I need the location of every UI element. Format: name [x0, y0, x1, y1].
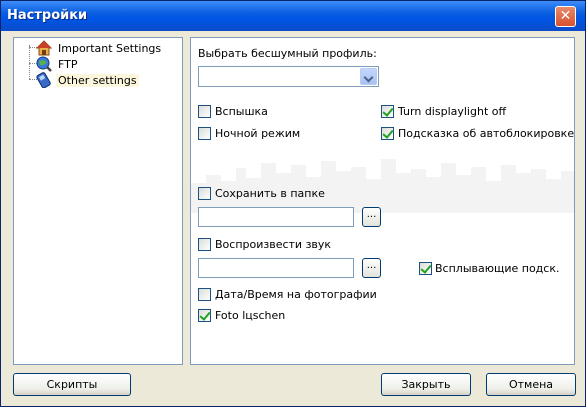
- sound-path-input[interactable]: [198, 258, 354, 278]
- settings-window: Настройки ✕ Important Settings FTP Other…: [0, 0, 586, 407]
- cancel-button[interactable]: Отмена: [486, 373, 576, 396]
- close-button[interactable]: Закрыть: [381, 373, 471, 396]
- tree-item-important-settings[interactable]: Important Settings: [35, 40, 163, 56]
- turn-displaylight-off-label: Turn displaylight off: [398, 105, 507, 118]
- tree-item-label: Other settings: [56, 73, 139, 87]
- popup-hints-checkbox[interactable]: [419, 262, 432, 275]
- close-window-button[interactable]: ✕: [555, 6, 576, 27]
- silent-profile-label: Выбрать бесшумный профиль:: [198, 47, 377, 60]
- globe-search-icon: [36, 56, 52, 72]
- autolock-hint-label: Подсказка об автоблокировке: [398, 127, 575, 140]
- night-mode-label: Ночной режим: [215, 127, 301, 140]
- scripts-button[interactable]: Скрипты: [13, 373, 131, 396]
- phone-icon: [36, 72, 52, 89]
- save-in-folder-checkbox[interactable]: [198, 187, 211, 200]
- datetime-on-photo-checkbox[interactable]: [198, 288, 211, 301]
- tree-connector-line: [29, 45, 30, 79]
- silent-profile-select[interactable]: [198, 66, 379, 87]
- title-bar[interactable]: Настройки ✕: [1, 1, 585, 31]
- night-mode-checkbox[interactable]: [198, 127, 211, 140]
- tree-item-other-settings[interactable]: Other settings: [36, 72, 139, 89]
- folder-browse-button[interactable]: ...: [362, 207, 381, 227]
- play-sound-label: Воспроизвести звук: [215, 238, 332, 251]
- tree-item-ftp[interactable]: FTP: [36, 56, 80, 72]
- popup-hints-label: Всплывающие подск.: [435, 262, 560, 275]
- skyline-background-decoration: [191, 159, 574, 213]
- flash-label: Вспышка: [215, 105, 268, 118]
- tree-item-label: Important Settings: [58, 41, 162, 55]
- folder-path-input[interactable]: [198, 207, 354, 227]
- settings-tree: Important Settings FTP Other settings: [13, 37, 183, 365]
- chevron-down-icon[interactable]: [360, 68, 377, 85]
- window-title: Настройки: [7, 8, 88, 23]
- tree-item-label: FTP: [58, 57, 78, 71]
- save-in-folder-label: Сохранить в папке: [215, 187, 325, 200]
- play-sound-checkbox[interactable]: [198, 238, 211, 251]
- home-icon: [35, 40, 53, 56]
- settings-content-panel: Выбрать бесшумный профиль: Вспышка Turn …: [190, 37, 575, 365]
- turn-displaylight-off-checkbox[interactable]: [381, 105, 394, 118]
- foto-loschen-checkbox[interactable]: [198, 309, 211, 322]
- foto-loschen-label: Foto lцschen: [215, 309, 286, 322]
- datetime-on-photo-label: Дата/Время на фотографии: [215, 288, 377, 301]
- sound-browse-button[interactable]: ...: [362, 258, 381, 278]
- flash-checkbox[interactable]: [198, 105, 211, 118]
- autolock-hint-checkbox[interactable]: [381, 127, 394, 140]
